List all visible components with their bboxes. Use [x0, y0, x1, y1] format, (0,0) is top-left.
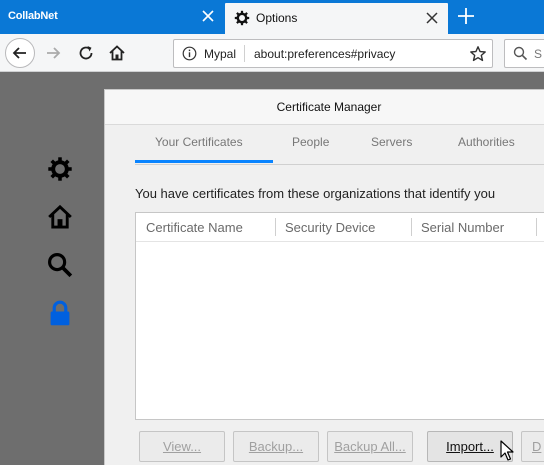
table-header: Certificate Name Security Device Serial … — [136, 213, 544, 242]
search-bar[interactable]: S — [504, 39, 544, 68]
column-certificate-name[interactable]: Certificate Name — [146, 220, 243, 235]
info-icon[interactable] — [182, 46, 197, 61]
search-icon — [513, 46, 528, 61]
certificate-manager-dialog: Certificate Manager Your Certificates Pe… — [104, 89, 544, 465]
column-serial-number[interactable]: Serial Number — [421, 220, 504, 235]
dialog-title: Certificate Manager — [105, 90, 544, 125]
forward-button[interactable] — [38, 38, 68, 68]
navigation-bar: Mypal about:preferences#privacy S — [0, 34, 544, 72]
backup-button[interactable]: Backup... — [233, 431, 319, 462]
view-button[interactable]: View... — [139, 431, 225, 462]
back-button[interactable] — [5, 38, 35, 68]
sidebar-item-search[interactable] — [46, 251, 74, 279]
tab-options[interactable]: Options — [225, 3, 448, 34]
tab-collabnet[interactable]: CollabNet — [0, 0, 224, 34]
url-separator — [244, 45, 245, 62]
column-security-device[interactable]: Security Device — [285, 220, 375, 235]
certificates-description: You have certificates from these organiz… — [135, 186, 496, 201]
tab-your-certificates[interactable]: Your Certificates — [155, 135, 243, 149]
url-bar[interactable]: Mypal about:preferences#privacy — [173, 39, 493, 68]
certificate-tabs: Your Certificates People Servers Authori… — [135, 125, 544, 165]
column-separator[interactable] — [411, 218, 412, 236]
certificate-table[interactable]: Certificate Name Security Device Serial … — [135, 212, 544, 420]
sidebar-item-general[interactable] — [46, 155, 74, 183]
home-button[interactable] — [102, 38, 132, 68]
reload-button[interactable] — [71, 38, 101, 68]
gear-icon — [234, 10, 250, 26]
tab-people[interactable]: People — [292, 135, 329, 149]
active-tab-indicator — [135, 160, 273, 163]
tab-strip: CollabNet Options — [0, 0, 544, 34]
back-arrow-icon — [12, 47, 26, 59]
bookmark-star-icon[interactable] — [469, 45, 487, 63]
column-separator[interactable] — [275, 218, 276, 236]
forward-arrow-icon — [47, 47, 61, 59]
home-icon — [48, 204, 72, 229]
column-separator[interactable] — [536, 218, 537, 236]
search-icon — [48, 253, 73, 278]
tab-authorities[interactable]: Authorities — [458, 135, 515, 149]
reload-icon — [79, 46, 93, 60]
sidebar-item-home[interactable] — [46, 203, 74, 231]
site-identity-label: Mypal — [204, 47, 237, 61]
url-text[interactable]: about:preferences#privacy — [254, 47, 395, 61]
close-tab-icon[interactable] — [423, 9, 441, 27]
lock-icon — [50, 300, 70, 326]
mouse-cursor-icon — [500, 440, 514, 461]
backup-all-button[interactable]: Backup All... — [327, 431, 413, 462]
tab-title: Options — [256, 11, 298, 25]
gear-icon — [48, 157, 72, 181]
tab-title: CollabNet — [8, 10, 58, 22]
tab-servers[interactable]: Servers — [371, 135, 412, 149]
home-icon — [109, 45, 125, 61]
close-tab-icon[interactable] — [198, 6, 218, 26]
search-placeholder: S — [534, 47, 543, 61]
delete-button[interactable]: D — [521, 431, 544, 462]
sidebar-item-privacy[interactable] — [46, 299, 74, 327]
new-tab-plus-icon[interactable] — [455, 5, 477, 27]
